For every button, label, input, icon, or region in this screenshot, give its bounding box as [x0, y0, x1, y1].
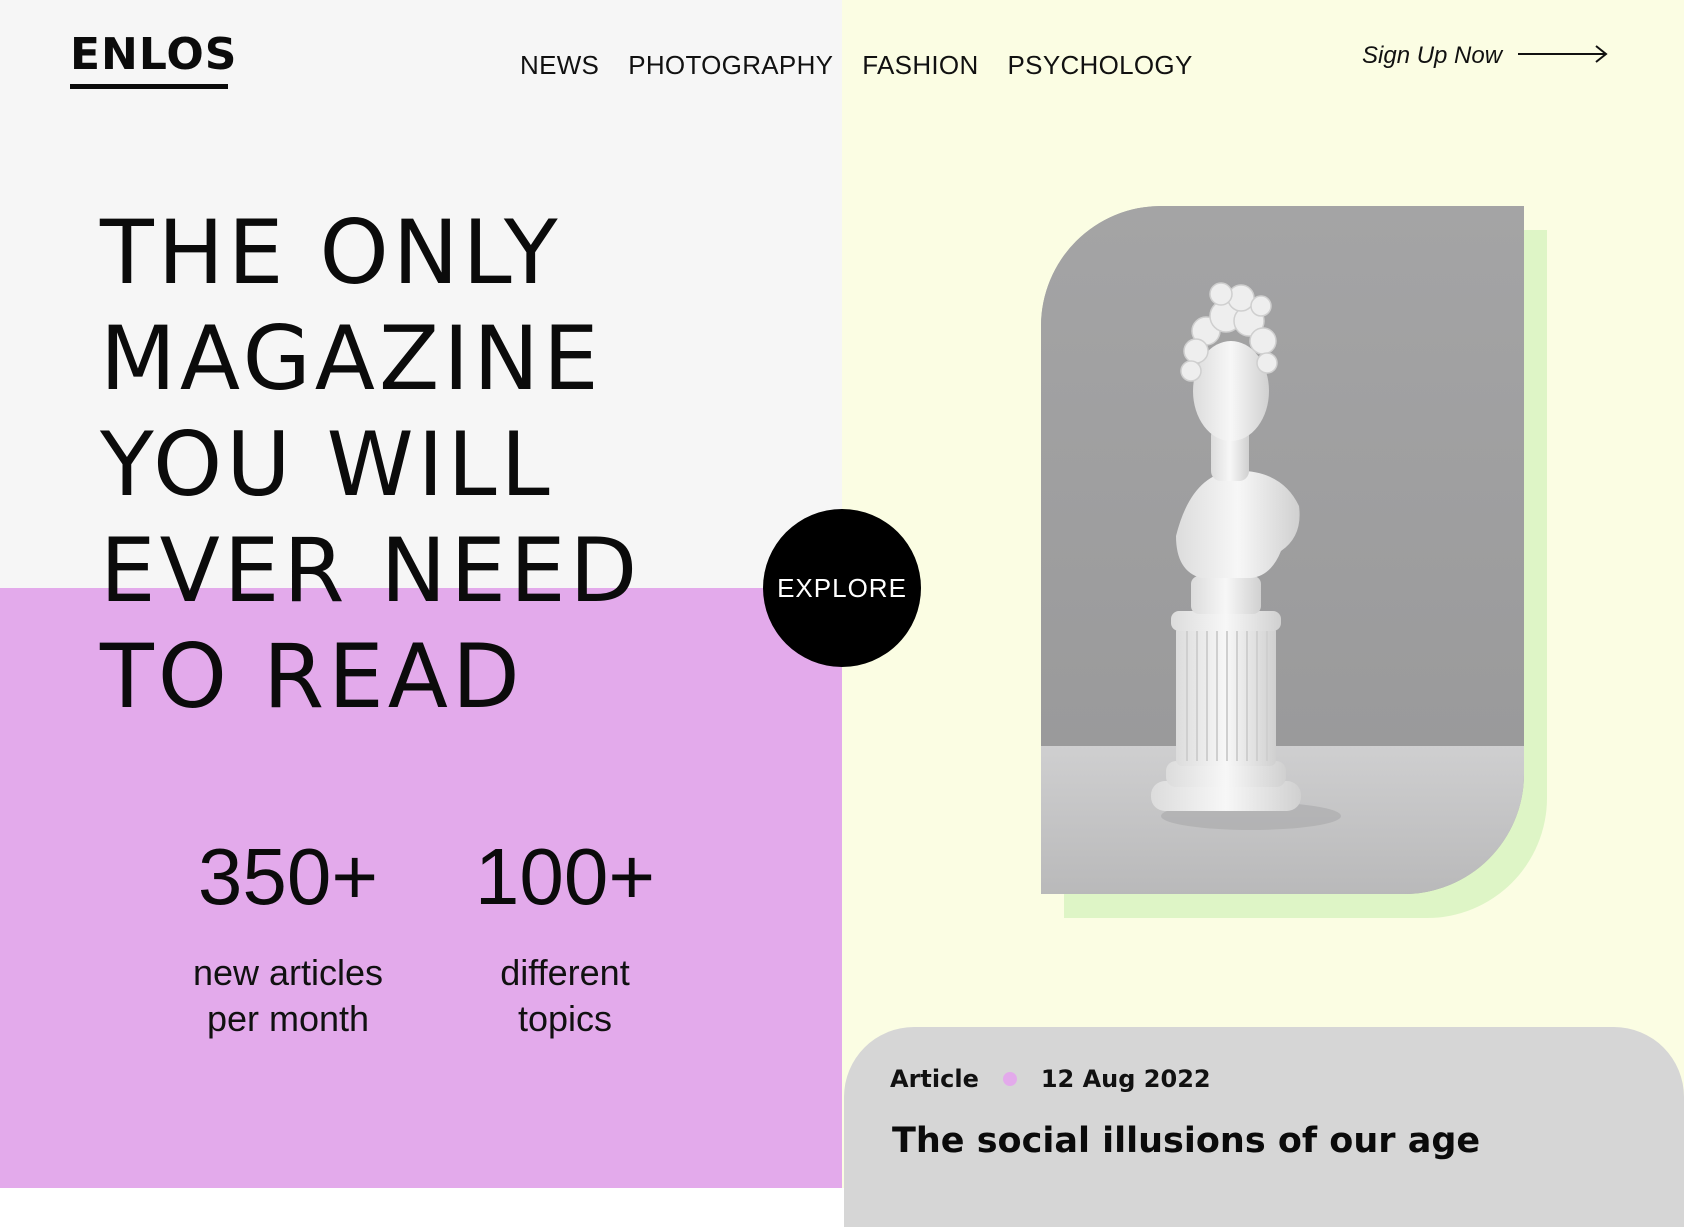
- separator-dot-icon: [1002, 1072, 1017, 1086]
- hero-image: [1041, 206, 1524, 894]
- article-meta: Article 12 Aug 2022: [890, 1065, 1211, 1093]
- stat-label-line: topics: [517, 998, 613, 1039]
- stat-label-line: per month: [206, 998, 370, 1039]
- hero-title-line: MAGAZINE: [100, 307, 603, 410]
- featured-article-card[interactable]: Article 12 Aug 2022 The social illusions…: [844, 1027, 1684, 1227]
- article-type: Article: [890, 1065, 979, 1093]
- explore-button[interactable]: EXPLORE: [763, 509, 921, 667]
- stat-label-line: different: [500, 952, 630, 993]
- hero-title: THE ONLY MAGAZINE YOU WILL EVER NEED TO …: [100, 200, 780, 730]
- arrow-right-icon: [1518, 44, 1610, 68]
- stat-label: different topics: [450, 950, 680, 1042]
- nav-item-fashion[interactable]: FASHION: [862, 48, 978, 82]
- sign-up-link[interactable]: Sign Up Now: [1362, 42, 1610, 70]
- article-title[interactable]: The social illusions of our age: [892, 1121, 1480, 1161]
- stat-value: 100+: [474, 832, 656, 921]
- sign-up-label: Sign Up Now: [1362, 42, 1503, 69]
- logo-text: ENLOS: [70, 29, 238, 80]
- site-logo[interactable]: ENLOS: [70, 30, 237, 89]
- nav-item-news[interactable]: NEWS: [520, 48, 599, 82]
- statue-bust-icon: [1041, 206, 1524, 894]
- hero-title-line: YOU WILL: [100, 413, 554, 516]
- article-date: 12 Aug 2022: [1040, 1065, 1211, 1093]
- stat-value: 350+: [197, 832, 379, 921]
- stat-topics: 100+ different topics: [450, 832, 680, 1042]
- nav-item-psychology[interactable]: PSYCHOLOGY: [1008, 48, 1193, 82]
- hero-title-line: EVER NEED: [100, 519, 642, 622]
- stat-articles: 350+ new articles per month: [160, 832, 416, 1042]
- hero-title-line: THE ONLY: [100, 201, 562, 304]
- hero-title-line: TO READ: [100, 625, 524, 728]
- stat-label-line: new articles: [192, 952, 384, 993]
- logo-underline: [70, 84, 228, 89]
- explore-button-label: EXPLORE: [777, 572, 907, 603]
- main-nav: NEWS PHOTOGRAPHY FASHION PSYCHOLOGY: [520, 48, 1222, 82]
- nav-item-photography[interactable]: PHOTOGRAPHY: [628, 48, 833, 82]
- stat-label: new articles per month: [160, 950, 416, 1042]
